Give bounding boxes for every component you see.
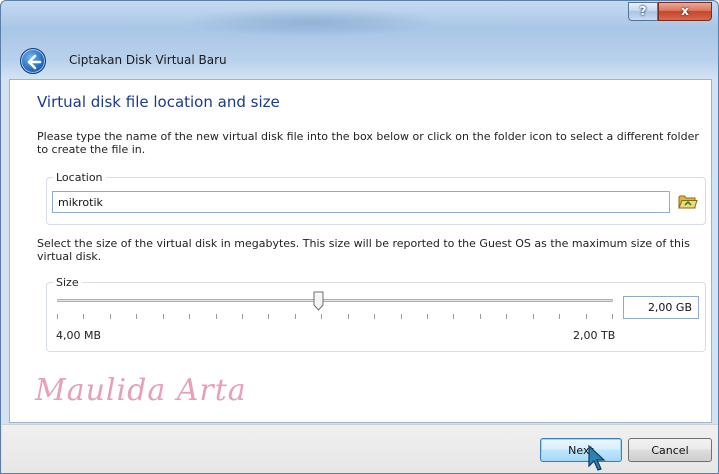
slider-tick xyxy=(533,314,534,319)
size-group-label: Size xyxy=(56,276,79,289)
cancel-button[interactable]: Cancel xyxy=(628,438,712,462)
window-title: Ciptakan Disk Virtual Baru xyxy=(69,53,227,67)
slider-tick xyxy=(348,314,349,319)
slider-tick xyxy=(427,314,428,319)
folder-button[interactable] xyxy=(678,193,698,211)
slider-tick xyxy=(136,314,137,319)
size-slider-ticks xyxy=(57,314,613,320)
slider-tick xyxy=(163,314,164,319)
size-max-label: 2,00 TB xyxy=(573,329,616,342)
background-haze xyxy=(181,7,441,37)
slider-tick xyxy=(506,314,507,319)
help-button[interactable]: ? xyxy=(628,2,658,21)
size-min-label: 4,00 MB xyxy=(56,329,102,342)
close-button[interactable]: x xyxy=(658,2,712,21)
slider-tick xyxy=(586,314,587,319)
location-input[interactable] xyxy=(52,191,670,213)
slider-tick xyxy=(559,314,560,319)
watermark-text: Maulida Arta xyxy=(35,373,247,408)
slider-tick xyxy=(453,314,454,319)
slider-tick xyxy=(480,314,481,319)
slider-tick xyxy=(401,314,402,319)
size-value-input[interactable] xyxy=(623,296,699,319)
slider-tick xyxy=(268,314,269,319)
slider-tick xyxy=(83,314,84,319)
location-group-label: Location xyxy=(56,171,103,184)
slider-tick xyxy=(612,314,613,319)
slider-tick xyxy=(295,314,296,319)
size-slider-track[interactable] xyxy=(57,299,613,302)
slider-tick xyxy=(110,314,111,319)
folder-icon xyxy=(678,195,698,209)
slider-tick xyxy=(216,314,217,319)
wizard-window: ? x Ciptakan Disk Virtual Baru Virtual d… xyxy=(0,0,719,474)
back-button[interactable] xyxy=(20,48,46,74)
size-description: Select the size of the virtual disk in m… xyxy=(37,237,690,263)
mouse-cursor-icon xyxy=(588,444,606,471)
location-description: Please type the name of the new virtual … xyxy=(37,130,699,156)
size-slider-thumb[interactable] xyxy=(313,291,324,311)
slider-tick xyxy=(374,314,375,319)
page-title: Virtual disk file location and size xyxy=(37,93,280,111)
slider-thumb-icon xyxy=(313,291,324,311)
slider-tick xyxy=(242,314,243,319)
slider-tick xyxy=(321,314,322,319)
slider-tick xyxy=(189,314,190,319)
slider-tick xyxy=(57,314,58,319)
back-arrow-icon xyxy=(27,54,42,70)
